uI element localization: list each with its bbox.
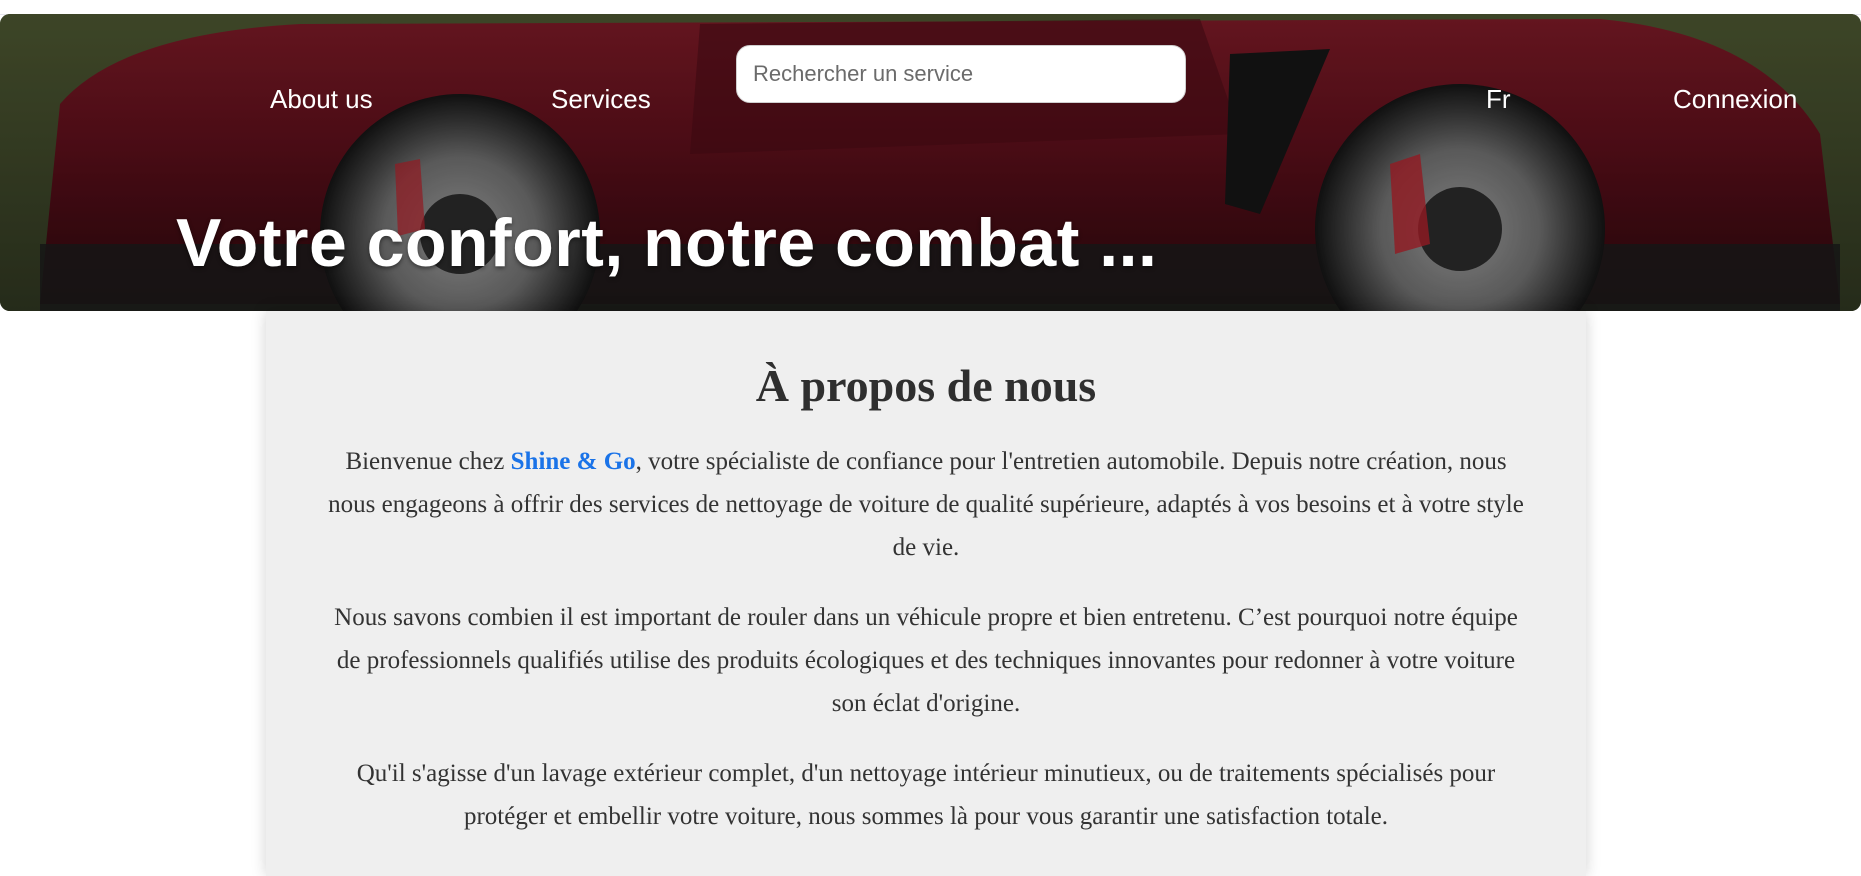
hero-title: Votre confort, notre combat ... — [176, 205, 1158, 281]
language-selector[interactable]: Fr — [1486, 84, 1511, 115]
about-section: À propos de nous Bienvenue chez Shine & … — [266, 311, 1586, 876]
nav-about-us[interactable]: About us — [270, 84, 373, 115]
brand-name: Shine & Go — [510, 448, 636, 475]
paragraph-1-intro: Bienvenue chez — [345, 448, 511, 475]
search-input[interactable] — [736, 45, 1186, 103]
about-heading: À propos de nous — [755, 360, 1097, 411]
nav-services[interactable]: Services — [551, 84, 651, 115]
about-paragraph-3: Qu'il s'agisse d'un lavage extérieur com… — [356, 760, 1496, 830]
about-paragraph-2: Nous savons combien il est important de … — [334, 604, 1518, 717]
browser-top-strip — [0, 0, 1861, 15]
hero-banner: About us Services Fr Connexion Votre con… — [0, 14, 1861, 311]
login-link[interactable]: Connexion — [1673, 84, 1797, 115]
about-paragraph-1: Bienvenue chez Shine & Go, votre spécial… — [326, 440, 1526, 569]
